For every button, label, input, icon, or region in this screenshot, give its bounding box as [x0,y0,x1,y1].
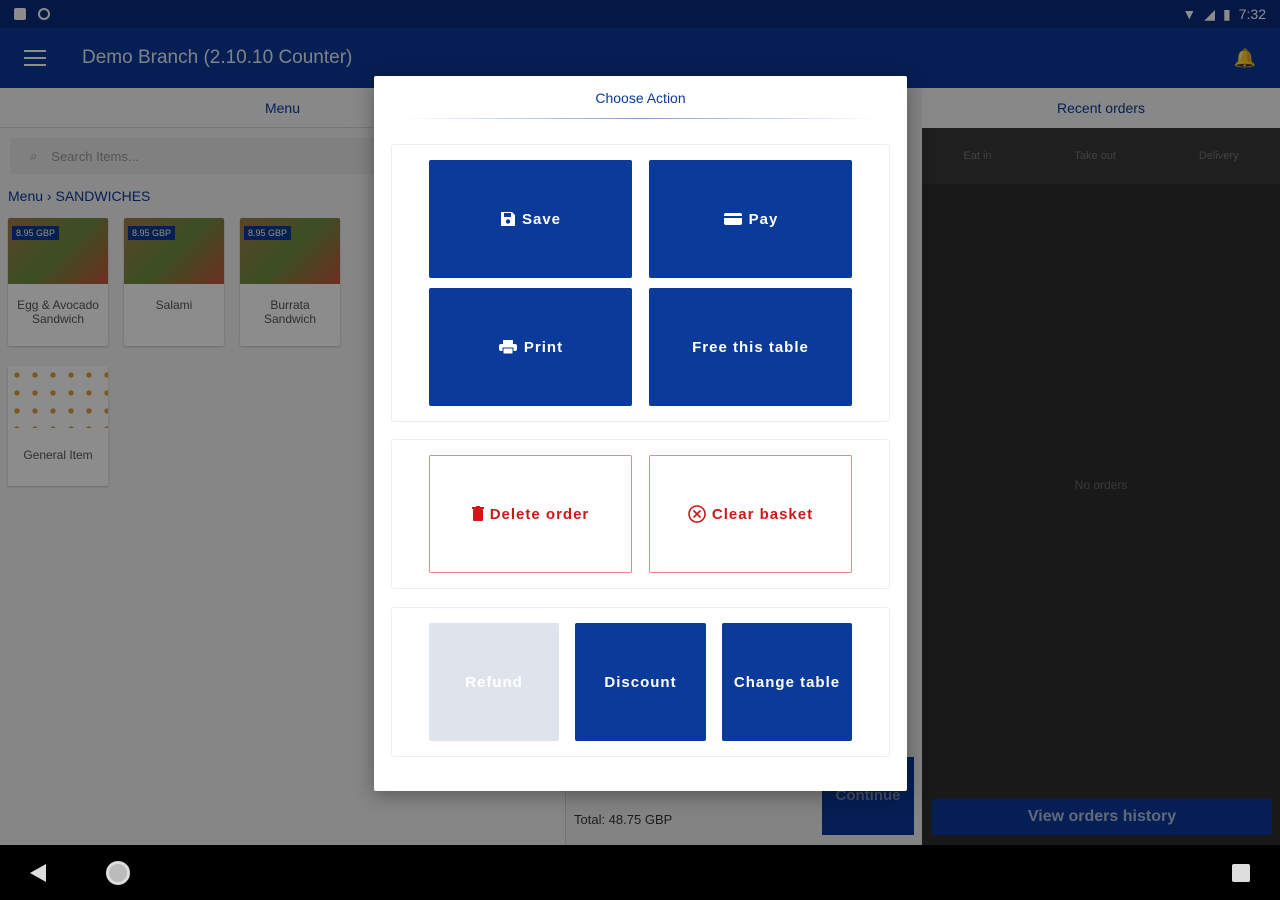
printer-icon [498,340,517,355]
print-label: Print [523,338,564,356]
home-icon[interactable] [106,860,130,885]
trash-icon [471,506,484,521]
save-button[interactable]: Save [429,160,632,278]
system-nav-bar [0,845,1280,900]
refund-label: Refund [465,673,523,691]
clear-basket-label: Clear basket [711,505,814,523]
dialog-title: Choose Action [595,90,686,106]
print-button[interactable]: Print [429,288,632,406]
delete-order-button[interactable]: Delete order [429,455,632,573]
clear-basket-button[interactable]: Clear basket [649,455,852,573]
pay-label: Pay [748,210,779,228]
choose-action-dialog: Choose Action Save Pay Print Free this t… [374,76,907,791]
divider [404,118,877,119]
delete-order-label: Delete order [489,505,590,523]
discount-button[interactable]: Discount [575,623,706,741]
close-circle-icon [688,505,706,523]
credit-card-icon [723,213,742,225]
change-table-button[interactable]: Change table [722,623,852,741]
back-icon[interactable] [30,863,46,882]
recents-icon[interactable] [1232,863,1250,882]
refund-button: Refund [429,623,559,741]
free-table-button[interactable]: Free this table [649,288,852,406]
save-label: Save [521,210,562,228]
pay-button[interactable]: Pay [649,160,852,278]
change-table-label: Change table [733,673,841,691]
save-icon [500,212,515,226]
free-table-label: Free this table [692,338,809,356]
discount-label: Discount [604,673,677,691]
